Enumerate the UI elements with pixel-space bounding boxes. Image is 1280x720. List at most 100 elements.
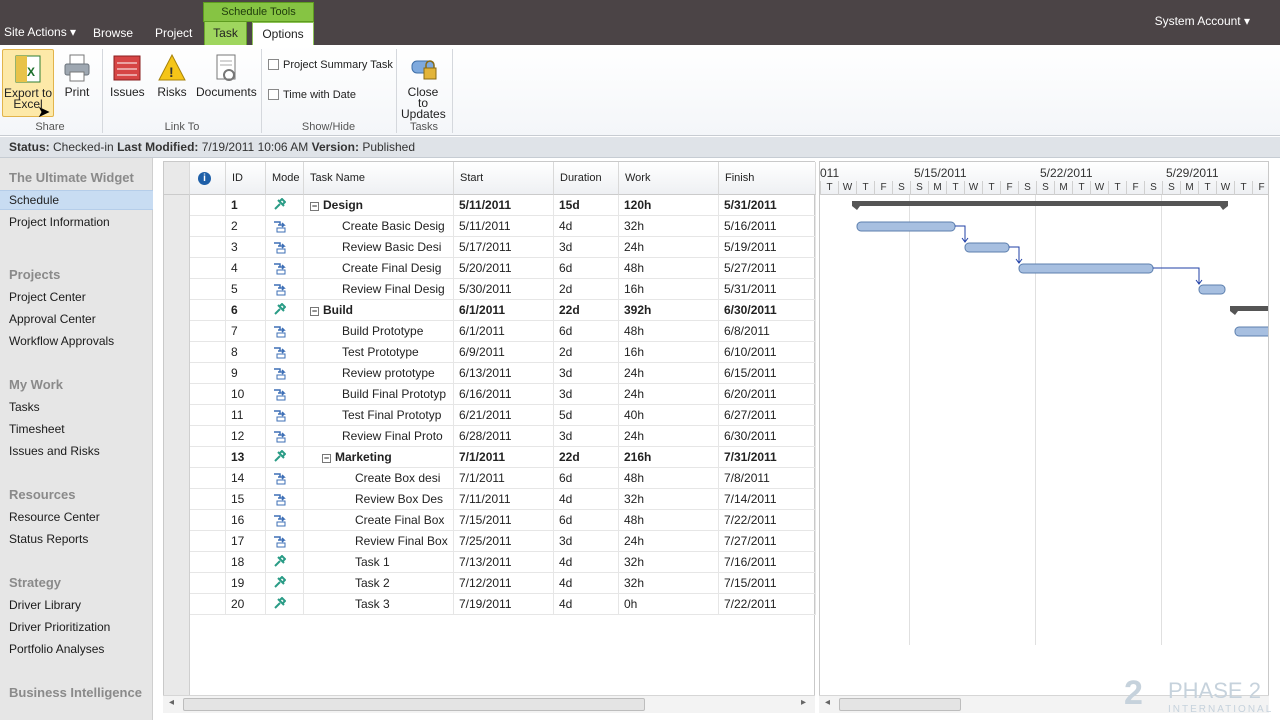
start-cell[interactable]: 7/11/2011 — [454, 489, 554, 510]
row-selector[interactable] — [164, 573, 190, 594]
scrollbar-thumb[interactable] — [839, 698, 961, 711]
finish-cell[interactable]: 5/31/2011 — [719, 195, 816, 216]
duration-cell[interactable]: 2d — [554, 342, 619, 363]
finish-cell[interactable]: 5/31/2011 — [719, 279, 816, 300]
tab-options[interactable]: Options — [252, 22, 314, 45]
work-cell[interactable]: 32h — [619, 552, 719, 573]
select-all-header[interactable] — [164, 162, 190, 195]
task-bar[interactable] — [1198, 284, 1226, 295]
start-cell[interactable]: 7/19/2011 — [454, 594, 554, 615]
task-name-cell[interactable]: Review Final Box — [304, 531, 454, 552]
table-row[interactable]: 10 Build Final Prototyp 6/16/2011 3d 24h 6/20… — [164, 384, 816, 405]
task-name-cell[interactable]: − Build — [304, 300, 454, 321]
start-cell[interactable]: 5/20/2011 — [454, 258, 554, 279]
task-name-cell[interactable]: Create Basic Desig — [304, 216, 454, 237]
table-row[interactable]: 8 Test Prototype 6/9/2011 2d 16h 6/10/2011 — [164, 342, 816, 363]
nav-heading-my-work[interactable]: My Work — [9, 377, 63, 392]
finish-cell[interactable]: 6/8/2011 — [719, 321, 816, 342]
table-row[interactable]: 6 − Build 6/1/2011 22d 392h 6/30/2011 — [164, 300, 816, 321]
finish-cell[interactable]: 6/15/2011 — [719, 363, 816, 384]
tab-project[interactable]: Project — [155, 26, 192, 40]
risks-button[interactable]: ! Risks — [155, 49, 189, 98]
row-selector[interactable] — [164, 237, 190, 258]
work-cell[interactable]: 48h — [619, 321, 719, 342]
task-name-cell[interactable]: Create Box desi — [304, 468, 454, 489]
duration-cell[interactable]: 22d — [554, 447, 619, 468]
duration-cell[interactable]: 22d — [554, 300, 619, 321]
start-cell[interactable]: 5/11/2011 — [454, 216, 554, 237]
start-cell[interactable]: 7/25/2011 — [454, 531, 554, 552]
table-row[interactable]: 16 Create Final Box 7/15/2011 6d 48h 7/22/201… — [164, 510, 816, 531]
nav-item-approval-center[interactable]: Approval Center — [9, 312, 96, 326]
finish-cell[interactable]: 5/16/2011 — [719, 216, 816, 237]
table-row[interactable]: 12 Review Final Proto 6/28/2011 3d 24h 6/30/2… — [164, 426, 816, 447]
task-name-cell[interactable]: Task 3 — [304, 594, 454, 615]
duration-cell[interactable]: 3d — [554, 363, 619, 384]
table-row[interactable]: 7 Build Prototype 6/1/2011 6d 48h 6/8/2011 — [164, 321, 816, 342]
start-cell[interactable]: 7/13/2011 — [454, 552, 554, 573]
time-with-date-checkbox[interactable]: Time with Date — [268, 89, 356, 101]
duration-cell[interactable]: 3d — [554, 384, 619, 405]
table-row[interactable]: 20 Task 3 7/19/2011 4d 0h 7/22/2011 — [164, 594, 816, 615]
start-cell[interactable]: 6/13/2011 — [454, 363, 554, 384]
row-selector[interactable] — [164, 300, 190, 321]
task-name-cell[interactable]: Create Final Box — [304, 510, 454, 531]
duration-cell[interactable]: 5d — [554, 405, 619, 426]
finish-cell[interactable]: 5/27/2011 — [719, 258, 816, 279]
task-name-cell[interactable]: Test Prototype — [304, 342, 454, 363]
account-menu[interactable]: System Account ▾ — [1155, 14, 1250, 28]
mode-column-header[interactable]: Mode — [266, 162, 304, 195]
table-row[interactable]: 1 − Design 5/11/2011 15d 120h 5/31/2011 — [164, 195, 816, 216]
task-name-cell[interactable]: Build Prototype — [304, 321, 454, 342]
task-name-cell[interactable]: Review Final Proto — [304, 426, 454, 447]
summary-bar[interactable] — [852, 201, 1228, 210]
work-cell[interactable]: 120h — [619, 195, 719, 216]
tab-task[interactable]: Task — [204, 22, 247, 45]
work-cell[interactable]: 40h — [619, 405, 719, 426]
task-name-cell[interactable]: − Design — [304, 195, 454, 216]
start-cell[interactable]: 7/1/2011 — [454, 468, 554, 489]
start-cell[interactable]: 5/17/2011 — [454, 237, 554, 258]
finish-cell[interactable]: 7/22/2011 — [719, 510, 816, 531]
nav-item-timesheet[interactable]: Timesheet — [9, 422, 65, 436]
collapse-icon[interactable]: − — [310, 307, 319, 316]
finish-column-header[interactable]: Finish — [719, 162, 816, 195]
duration-cell[interactable]: 4d — [554, 594, 619, 615]
duration-column-header[interactable]: Duration — [554, 162, 619, 195]
finish-cell[interactable]: 5/19/2011 — [719, 237, 816, 258]
nav-item-resource-center[interactable]: Resource Center — [9, 510, 100, 524]
work-cell[interactable]: 32h — [619, 489, 719, 510]
finish-cell[interactable]: 7/14/2011 — [719, 489, 816, 510]
task-name-cell[interactable]: Review Basic Desi — [304, 237, 454, 258]
duration-cell[interactable]: 4d — [554, 489, 619, 510]
work-cell[interactable]: 48h — [619, 510, 719, 531]
work-cell[interactable]: 24h — [619, 237, 719, 258]
collapse-icon[interactable]: − — [322, 454, 331, 463]
row-selector[interactable] — [164, 342, 190, 363]
start-cell[interactable]: 6/9/2011 — [454, 342, 554, 363]
table-row[interactable]: 18 Task 1 7/13/2011 4d 32h 7/16/2011 — [164, 552, 816, 573]
documents-button[interactable]: Documents — [196, 49, 257, 98]
duration-cell[interactable]: 6d — [554, 468, 619, 489]
start-cell[interactable]: 7/1/2011 — [454, 447, 554, 468]
start-cell[interactable]: 6/1/2011 — [454, 321, 554, 342]
nav-item-portfolio-analyses[interactable]: Portfolio Analyses — [9, 642, 104, 656]
project-summary-task-checkbox[interactable]: Project Summary Task — [268, 59, 393, 71]
close-to-updates-button[interactable]: Close to Updates — [401, 49, 447, 120]
row-selector[interactable] — [164, 279, 190, 300]
work-cell[interactable]: 32h — [619, 573, 719, 594]
task-name-cell[interactable]: Review prototype — [304, 363, 454, 384]
duration-cell[interactable]: 3d — [554, 237, 619, 258]
row-selector[interactable] — [164, 321, 190, 342]
row-selector[interactable] — [164, 426, 190, 447]
finish-cell[interactable]: 7/27/2011 — [719, 531, 816, 552]
duration-cell[interactable]: 2d — [554, 279, 619, 300]
nav-item-project-center[interactable]: Project Center — [9, 290, 86, 304]
row-selector[interactable] — [164, 468, 190, 489]
table-row[interactable]: 17 Review Final Box 7/25/2011 3d 24h 7/27/201… — [164, 531, 816, 552]
work-cell[interactable]: 24h — [619, 531, 719, 552]
task-name-cell[interactable]: Create Final Desig — [304, 258, 454, 279]
duration-cell[interactable]: 15d — [554, 195, 619, 216]
task-name-cell[interactable]: Task 1 — [304, 552, 454, 573]
grid-horizontal-scrollbar[interactable]: ◂ ▸ — [163, 695, 815, 713]
